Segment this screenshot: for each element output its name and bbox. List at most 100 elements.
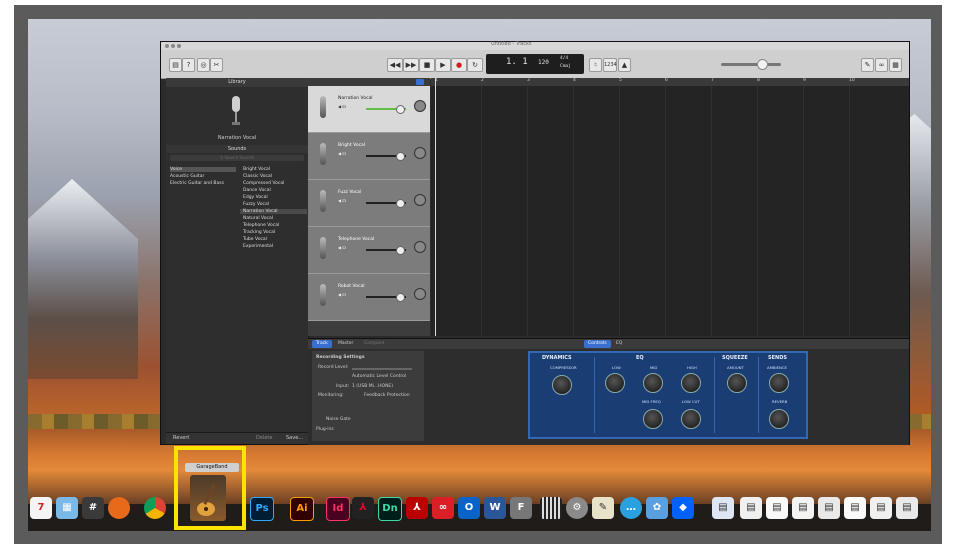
photos-icon[interactable]: ✿ <box>646 497 668 519</box>
track-row[interactable]: Fuzz Vocal ◀ ☊ <box>308 180 430 227</box>
track-volume-knob[interactable] <box>396 105 405 114</box>
metronome-icon[interactable]: ▲ <box>618 58 631 72</box>
track-pan-knob[interactable] <box>414 288 426 300</box>
acrobat-icon[interactable]: ⅄ <box>352 497 374 519</box>
track-pan-knob[interactable] <box>414 194 426 206</box>
master-volume-knob[interactable] <box>757 59 768 70</box>
plug-ins-disclosure[interactable]: Plug-ins <box>316 427 334 432</box>
track-row[interactable]: Narration Vocal ◀ ☊ <box>308 86 430 133</box>
minimize-button[interactable] <box>171 44 175 48</box>
zoom-button[interactable] <box>177 44 181 48</box>
preset-item[interactable]: Edgy Vocal <box>240 195 307 200</box>
illustrator-icon[interactable]: Ai <box>290 497 314 521</box>
mute-solo-icons[interactable]: ◀ ☊ <box>338 198 346 203</box>
master-volume-slider[interactable] <box>721 63 781 66</box>
preset-item[interactable]: Telephone Vocal <box>240 223 307 228</box>
document-thumb-icon[interactable]: ▤ <box>792 497 814 519</box>
preset-item[interactable]: Tube Vocal <box>240 237 307 242</box>
revert-button[interactable]: Revert <box>173 435 189 441</box>
preset-item[interactable]: Fuzzy Vocal <box>240 202 307 207</box>
finder-doc-icon[interactable]: F <box>510 497 532 519</box>
track-volume-knob[interactable] <box>396 152 405 161</box>
noise-gate-checkbox[interactable]: Noise Gate <box>326 417 351 422</box>
smart-controls-icon[interactable]: ◎ <box>197 58 210 72</box>
mid-freq-knob[interactable] <box>643 409 663 429</box>
forward-icon[interactable]: ▶▶ <box>403 58 419 72</box>
add-track-button[interactable] <box>416 79 424 85</box>
play-icon[interactable]: ▶ <box>435 58 451 72</box>
photoshop-icon[interactable]: Ps <box>250 497 274 521</box>
low-cut-knob[interactable] <box>681 409 701 429</box>
track-pan-knob[interactable] <box>414 241 426 253</box>
word-icon[interactable]: W <box>484 497 506 519</box>
messages-icon[interactable]: … <box>620 497 642 519</box>
reverb-knob[interactable] <box>769 409 789 429</box>
system-preferences-icon[interactable]: ⚙ <box>566 497 588 519</box>
document-thumb-icon[interactable]: ▤ <box>818 497 840 519</box>
help-icon[interactable]: ? <box>182 58 195 72</box>
track-volume-knob[interactable] <box>396 246 405 255</box>
cycle-icon[interactable]: ↻ <box>467 58 483 72</box>
preset-item[interactable]: Classic Vocal <box>240 174 307 179</box>
calendar-icon[interactable]: 7 <box>30 497 52 519</box>
ambience-knob[interactable] <box>769 373 789 393</box>
save-button[interactable]: Save... <box>286 435 303 441</box>
editors-icon[interactable]: ✂ <box>210 58 223 72</box>
timeline-ruler[interactable]: 1 2 3 4 5 6 7 8 9 10 <box>431 78 909 86</box>
indesign-icon[interactable]: Id <box>326 497 350 521</box>
preset-item-selected[interactable]: Narration Vocal <box>240 209 307 214</box>
track-row[interactable]: Robot Vocal ◀ ☊ <box>308 274 430 321</box>
tuner-icon[interactable]: ♮ <box>589 58 602 72</box>
preset-item[interactable]: Tracking Vocal <box>240 230 307 235</box>
dimension-icon[interactable]: Dn <box>378 497 402 521</box>
preset-item[interactable]: Natural Vocal <box>240 216 307 221</box>
track-volume-knob[interactable] <box>396 199 405 208</box>
track-pan-knob[interactable] <box>414 147 426 159</box>
tab-compare[interactable]: Compare <box>360 340 388 348</box>
barcode-icon[interactable] <box>540 497 562 519</box>
mute-solo-icons[interactable]: ◀ ☊ <box>338 104 346 109</box>
record-level-slider[interactable] <box>352 368 412 370</box>
tab-controls[interactable]: Controls <box>584 340 611 348</box>
track-pan-knob[interactable] <box>414 100 426 112</box>
arrangement-area[interactable]: 1 2 3 4 5 6 7 8 9 10 <box>431 78 909 336</box>
notepad-icon[interactable]: ✎ <box>861 58 874 72</box>
acrobat-dc-icon[interactable]: ⅄ <box>406 497 428 519</box>
track-row-selected[interactable]: Bright Vocal ◀ ☊ <box>308 133 430 180</box>
firefox-icon[interactable] <box>108 497 130 519</box>
chrome-icon[interactable] <box>144 497 166 519</box>
tab-eq[interactable]: EQ <box>612 340 626 348</box>
dropbox-icon[interactable]: ◆ <box>672 497 694 519</box>
document-thumb-icon[interactable]: ▤ <box>740 497 762 519</box>
record-icon[interactable]: ● <box>451 58 467 72</box>
category-voice[interactable]: Voice <box>170 167 236 172</box>
loop-browser-icon[interactable]: ∞ <box>875 58 888 72</box>
eq-low-knob[interactable] <box>605 373 625 393</box>
eq-high-knob[interactable] <box>681 373 701 393</box>
mute-solo-icons[interactable]: ◀ ☊ <box>338 245 346 250</box>
preview-icon[interactable]: ▦ <box>56 497 78 519</box>
rewind-icon[interactable]: ◀◀ <box>387 58 403 72</box>
tab-track[interactable]: Track <box>312 340 332 348</box>
auto-level-checkbox[interactable]: Automatic Level Control <box>352 374 406 379</box>
document-thumb-icon[interactable]: ▤ <box>712 497 734 519</box>
outlook-icon[interactable]: O <box>458 497 480 519</box>
library-button[interactable]: ▤ <box>169 58 182 72</box>
playhead[interactable] <box>435 78 436 336</box>
preset-item[interactable]: Compressed Vocal <box>240 181 307 186</box>
preset-item[interactable]: Dance Vocal <box>240 188 307 193</box>
eq-mid-knob[interactable] <box>643 373 663 393</box>
count-in-button[interactable]: 1234 <box>603 58 617 72</box>
close-button[interactable] <box>165 44 169 48</box>
slack-icon[interactable]: # <box>82 497 104 519</box>
category-acoustic-guitar[interactable]: Acoustic Guitar <box>170 174 204 179</box>
compressor-knob[interactable] <box>552 375 572 395</box>
media-browser-icon[interactable]: ▦ <box>889 58 902 72</box>
document-thumb-icon[interactable]: ▤ <box>896 497 918 519</box>
stop-icon[interactable]: ■ <box>419 58 435 72</box>
delete-button[interactable]: Delete <box>256 435 272 441</box>
squeeze-amount-knob[interactable] <box>727 373 747 393</box>
lcd-display[interactable]: 1. 1 120 4/4 Cmaj <box>486 54 584 74</box>
creative-cloud-icon[interactable]: ∞ <box>432 497 454 519</box>
tab-master[interactable]: Master <box>334 340 357 348</box>
